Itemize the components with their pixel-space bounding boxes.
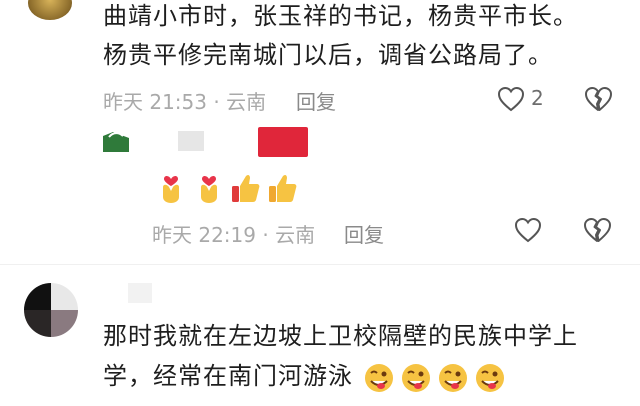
commenter-avatar[interactable]: [28, 0, 72, 20]
heart-icon: [497, 86, 525, 112]
emoji-heart-hands-2: [196, 173, 222, 207]
emoji-heart-hands-1: [158, 173, 184, 207]
comment2-text-line2: 学，经常在南门河游泳: [103, 362, 353, 390]
emoji-wink-tongue-2: [400, 362, 432, 398]
emoji-thumbs-up-1: [229, 172, 261, 208]
broken-heart-icon: [585, 87, 612, 111]
dislike-button[interactable]: [584, 86, 612, 112]
reply-avatar[interactable]: [103, 128, 129, 152]
redacted-username-block: [178, 131, 204, 151]
emoji-thumbs-up-2: [266, 172, 298, 208]
redacted-username-block-2: [128, 283, 152, 303]
redacted-name-badge: [258, 127, 308, 157]
emoji-wink-tongue-4: [474, 362, 506, 398]
like-count: 2: [531, 86, 544, 110]
like-button[interactable]: [497, 86, 525, 112]
reply-button[interactable]: 回复: [296, 86, 336, 115]
reply-button-2[interactable]: 回复: [344, 219, 384, 248]
reply-meta: 昨天 22:19 · 云南: [152, 223, 316, 247]
comment-meta: 昨天 21:53 · 云南: [103, 90, 267, 114]
heart-icon: [514, 217, 542, 243]
emoji-wink-tongue-3: [437, 362, 469, 398]
comment-text-line1: 曲靖小市时，张玉祥的书记，杨贵平市长。: [103, 2, 578, 30]
emoji-wink-tongue-1: [363, 362, 395, 398]
dislike-button-2[interactable]: [583, 217, 611, 243]
broken-heart-icon: [584, 218, 611, 242]
comment-text-line2: 杨贵平修完南城门以后，调省公路局了。: [103, 41, 553, 69]
commenter-avatar-2[interactable]: [24, 283, 78, 337]
comment-divider: [0, 264, 640, 265]
comment2-text-line1: 那时我就在左边坡上卫校隔壁的民族中学上: [103, 322, 578, 350]
like-button-2[interactable]: [514, 217, 542, 243]
